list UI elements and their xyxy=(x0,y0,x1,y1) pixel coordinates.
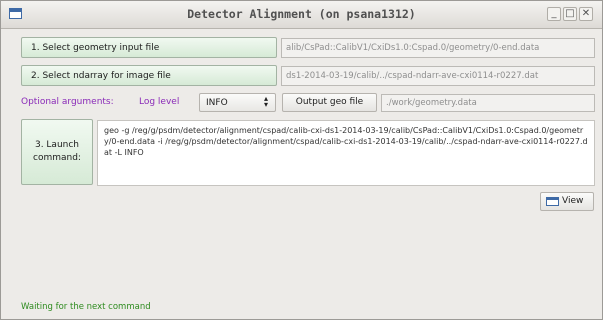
status-text: Waiting for the next command xyxy=(21,302,151,312)
log-level-select[interactable]: INFO ▴ ▾ xyxy=(199,93,276,112)
log-level-value: INFO xyxy=(206,98,228,108)
log-level-label: Log level xyxy=(139,97,180,107)
select-arrows-icon: ▴ ▾ xyxy=(263,94,268,109)
ndarray-path-field[interactable]: ds1-2014-03-19/calib/../cspad-ndarr-ave-… xyxy=(281,66,595,86)
window-title: Detector Alignment (on psana1312) xyxy=(187,7,416,21)
launch-button-line1: 3. Launch xyxy=(34,140,80,150)
output-geo-file-button[interactable]: Output geo file xyxy=(282,93,377,112)
window-icon xyxy=(546,197,559,206)
maximize-button[interactable]: □ xyxy=(563,7,577,21)
launch-button-line2: command: xyxy=(33,153,81,163)
view-button-label: View xyxy=(562,196,584,206)
view-button[interactable]: View xyxy=(540,192,594,211)
launch-command-button[interactable]: 3. Launch command: xyxy=(21,119,93,185)
select-geometry-button[interactable]: 1. Select geometry input file xyxy=(21,37,277,58)
title-bar[interactable]: Detector Alignment (on psana1312) _ □ ✕ xyxy=(1,1,602,29)
close-button[interactable]: ✕ xyxy=(579,7,593,21)
geometry-path-field[interactable]: alib/CsPad::CalibV1/CxiDs1.0:Cspad.0/geo… xyxy=(281,38,595,58)
select-ndarray-button[interactable]: 2. Select ndarray for image file xyxy=(21,65,277,86)
minimize-button[interactable]: _ xyxy=(547,7,561,21)
output-path-field[interactable]: ./work/geometry.data xyxy=(381,94,595,112)
optional-arguments-label: Optional arguments: xyxy=(21,97,114,107)
app-window: Detector Alignment (on psana1312) _ □ ✕ … xyxy=(0,0,603,320)
command-text-area[interactable]: geo -g /reg/g/psdm/detector/alignment/cs… xyxy=(97,120,595,186)
